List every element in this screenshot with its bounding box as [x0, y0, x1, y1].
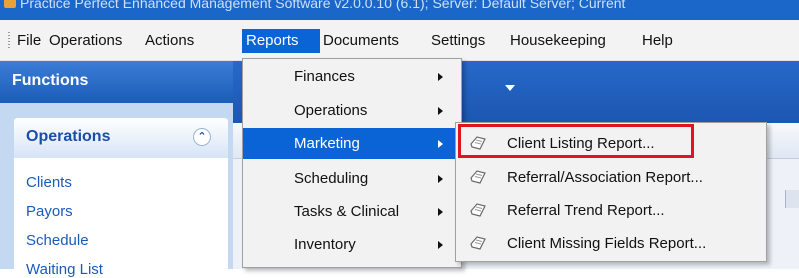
submenu-arrow-icon [438, 208, 443, 216]
marketing-item-label: Referral Trend Report... [507, 202, 665, 219]
report-document-icon [470, 136, 486, 150]
reports-item-label: Finances [294, 68, 355, 85]
submenu-arrow-icon [438, 241, 443, 249]
marketing-item-referral-association-report[interactable]: Referral/Association Report... [456, 162, 766, 193]
nav-link-clients[interactable]: Clients [26, 174, 72, 191]
report-document-icon [470, 203, 486, 217]
nav-link-schedule[interactable]: Schedule [26, 232, 89, 249]
report-document-icon [470, 236, 486, 250]
reports-item-finances[interactable]: Finances [243, 61, 461, 92]
operations-section-title: Operations [26, 128, 111, 145]
operations-section-header[interactable]: Operations ⌃ [14, 118, 228, 158]
window-title: Practice Perfect Enhanced Management Sof… [20, 0, 626, 11]
submenu-arrow-icon [438, 107, 443, 115]
functions-header: Functions [0, 61, 233, 103]
marketing-item-label: Client Missing Fields Report... [507, 235, 707, 252]
reports-item-label: Tasks & Clinical [294, 203, 400, 220]
reports-item-label: Scheduling [294, 170, 369, 187]
menubar-grip-icon [8, 32, 10, 50]
reports-item-marketing[interactable]: Marketing [243, 128, 461, 159]
menu-settings[interactable]: Settings [427, 29, 489, 53]
menu-documents[interactable]: Documents [319, 29, 403, 53]
menu-housekeeping[interactable]: Housekeeping [506, 29, 610, 53]
marketing-item-label: Referral/Association Report... [507, 169, 703, 186]
functions-panel: Functions Operations ⌃ Clients Payors Sc… [0, 61, 233, 278]
reports-item-label: Operations [294, 102, 368, 119]
marketing-item-referral-trend-report[interactable]: Referral Trend Report... [456, 195, 766, 226]
menu-operations[interactable]: Operations [45, 29, 126, 53]
submenu-arrow-icon [438, 140, 443, 148]
reports-item-operations[interactable]: Operations [243, 95, 461, 126]
reports-dropdown-menu: Finances Operations Marketing Scheduling… [242, 58, 462, 268]
marketing-submenu: Client Listing Report... Referral/Associ… [455, 122, 767, 262]
submenu-arrow-icon [438, 73, 443, 81]
menu-bar: File Operations Actions Reports Document… [0, 20, 799, 61]
menu-help[interactable]: Help [638, 29, 677, 53]
dropdown-caret-icon[interactable] [505, 85, 515, 91]
menu-file[interactable]: File [13, 29, 45, 53]
reports-item-label: Marketing [294, 135, 360, 152]
reports-item-scheduling[interactable]: Scheduling [243, 163, 461, 194]
nav-link-payors[interactable]: Payors [26, 203, 73, 220]
reports-item-tasks-clinical[interactable]: Tasks & Clinical [243, 196, 461, 227]
submenu-arrow-icon [438, 175, 443, 183]
marketing-item-client-listing-report[interactable]: Client Listing Report... [456, 128, 766, 159]
marketing-item-label: Client Listing Report... [507, 135, 655, 152]
scrollbar-edge[interactable] [785, 190, 799, 208]
marketing-item-client-missing-fields-report[interactable]: Client Missing Fields Report... [456, 228, 766, 259]
reports-item-inventory[interactable]: Inventory [243, 229, 461, 260]
operations-section: Operations ⌃ Clients Payors Schedule Wai… [14, 118, 228, 278]
menu-actions[interactable]: Actions [141, 29, 198, 53]
menu-reports[interactable]: Reports [242, 29, 320, 53]
functions-title: Functions [12, 72, 89, 89]
nav-link-waiting-list[interactable]: Waiting List [26, 261, 103, 278]
reports-item-label: Inventory [294, 236, 356, 253]
app-icon [4, 0, 16, 8]
window-title-bar: Practice Perfect Enhanced Management Sof… [0, 0, 799, 20]
collapse-chevron-icon[interactable]: ⌃ [193, 128, 211, 146]
report-document-icon [470, 170, 486, 184]
